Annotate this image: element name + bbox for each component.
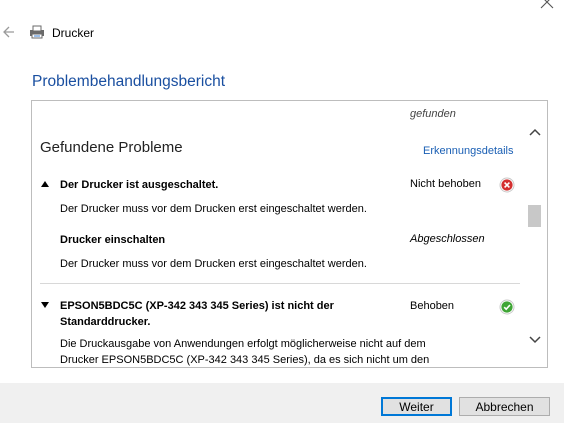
problem-title-line1[interactable]: EPSON5BDC5C (XP-342 343 345 Series) ist … — [60, 298, 334, 314]
page-heading: Problembehandlungsbericht — [32, 73, 226, 90]
vertical-scrollbar[interactable] — [524, 101, 546, 367]
collapse-caret-icon[interactable] — [41, 181, 49, 187]
next-button[interactable]: Weiter — [381, 397, 452, 416]
window-title: Drucker — [52, 26, 95, 40]
footer: Weiter Abbrechen — [0, 383, 564, 423]
solution-description: Der Drucker muss vor dem Drucken erst ei… — [60, 258, 367, 270]
divider — [40, 283, 520, 284]
printer-icon — [30, 25, 44, 39]
scroll-thumb[interactable] — [528, 205, 541, 227]
close-icon[interactable] — [540, 0, 554, 9]
check-icon — [499, 299, 515, 315]
clipped-text: gefunden — [410, 108, 456, 120]
scroll-up-icon[interactable] — [529, 127, 541, 137]
solution-title: Drucker einschalten — [60, 234, 166, 246]
problem-description: Der Drucker muss vor dem Drucken erst ei… — [60, 203, 367, 215]
problem-status: Nicht behoben — [410, 178, 481, 190]
detection-details-link[interactable]: Erkennungsdetails — [423, 145, 514, 157]
problem-title-line2[interactable]: Standarddrucker. — [60, 314, 150, 330]
section-title: Gefundene Probleme — [40, 139, 183, 156]
title-bar: Drucker — [0, 0, 564, 64]
expand-caret-icon[interactable] — [41, 302, 49, 308]
scroll-down-icon[interactable] — [529, 335, 541, 345]
problem-status: Behoben — [410, 300, 455, 312]
problem-description-line2: Drucker EPSON5BDC5C (XP-342 343 345 Seri… — [60, 354, 430, 366]
troubleshooting-report: gefunden Gefundene Probleme Erkennungsde… — [31, 100, 548, 368]
cancel-button[interactable]: Abbrechen — [459, 397, 550, 416]
error-icon — [499, 177, 515, 193]
back-arrow-icon[interactable] — [3, 24, 15, 40]
solution-status: Abgeschlossen — [410, 233, 485, 245]
problem-description-line1: Die Druckausgabe von Anwendungen erfolgt… — [60, 338, 426, 350]
problem-title[interactable]: Der Drucker ist ausgeschaltet. — [60, 177, 218, 193]
